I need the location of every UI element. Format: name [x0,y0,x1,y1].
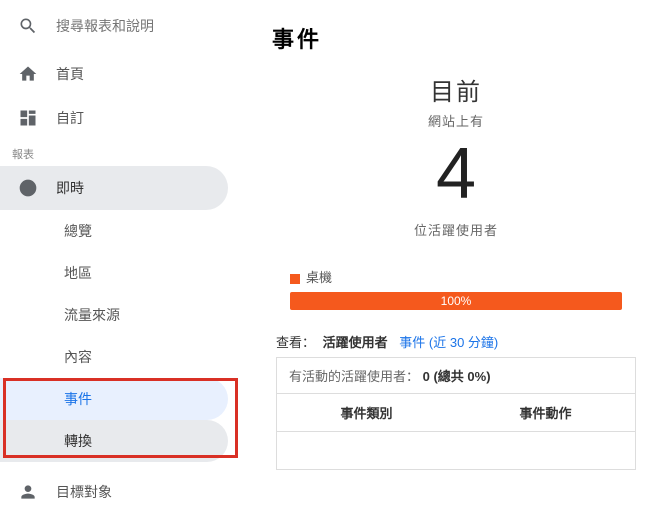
sub-overview[interactable]: 總覽 [0,210,228,252]
view-row: 查看： 活躍使用者 事件 (近 30 分鐘) [276,332,636,351]
sidebar: 首頁 自訂 報表 即時 總覽 地區 流量來源 內容 事件 轉換 目標對象 [0,0,258,504]
page-title: 事件 [268,0,644,72]
sub-events[interactable]: 事件 [0,378,228,420]
table-body [276,432,636,470]
realtime-box: 目前 網站上有 4 位活躍使用者 [268,72,644,239]
person-icon [18,482,38,502]
sub-traffic[interactable]: 流量來源 [0,294,228,336]
rt-active-label: 位活躍使用者 [268,220,644,239]
section-label: 報表 [0,140,258,166]
view-label: 查看： [276,335,315,350]
device-legend: 桌機 [290,267,622,286]
info-prefix: 有活動的活躍使用者： [289,369,419,384]
info-bar: 有活動的活躍使用者： 0 (總共 0%) [276,357,636,394]
nav-home-label: 首頁 [56,64,84,84]
custom-icon [18,108,38,128]
clock-icon [18,178,38,198]
search-row [0,0,258,52]
sub-conversions[interactable]: 轉換 [0,420,228,462]
col-category: 事件類別 [277,394,456,431]
table-header: 事件類別 事件動作 [276,394,636,432]
view-active-tab[interactable]: 活躍使用者 [323,335,388,350]
col-action: 事件動作 [456,394,635,431]
rt-now-label: 目前 [268,72,644,107]
nav-home[interactable]: 首頁 [0,52,228,96]
legend-color-swatch [290,274,300,284]
nav-custom-label: 自訂 [56,108,84,128]
nav-audience-label: 目標對象 [56,482,112,502]
main-panel: 事件 目前 網站上有 4 位活躍使用者 桌機 100% 查看： 活躍使用者 事件… [258,0,654,504]
nav-realtime[interactable]: 即時 [0,166,228,210]
rt-onsite-label: 網站上有 [268,111,644,130]
search-icon [18,16,38,36]
view-events-link[interactable]: 事件 (近 30 分鐘) [399,335,498,350]
search-input[interactable] [56,18,240,34]
sub-content[interactable]: 內容 [0,336,228,378]
nav-audience[interactable]: 目標對象 [0,470,228,514]
sub-locations[interactable]: 地區 [0,252,228,294]
nav-custom[interactable]: 自訂 [0,96,228,140]
rt-number: 4 [268,138,644,210]
info-value: 0 (總共 0%) [423,369,491,384]
device-bar: 100% [290,292,622,310]
legend-desktop-label: 桌機 [306,270,332,285]
home-icon [18,64,38,84]
nav-realtime-label: 即時 [56,178,84,198]
